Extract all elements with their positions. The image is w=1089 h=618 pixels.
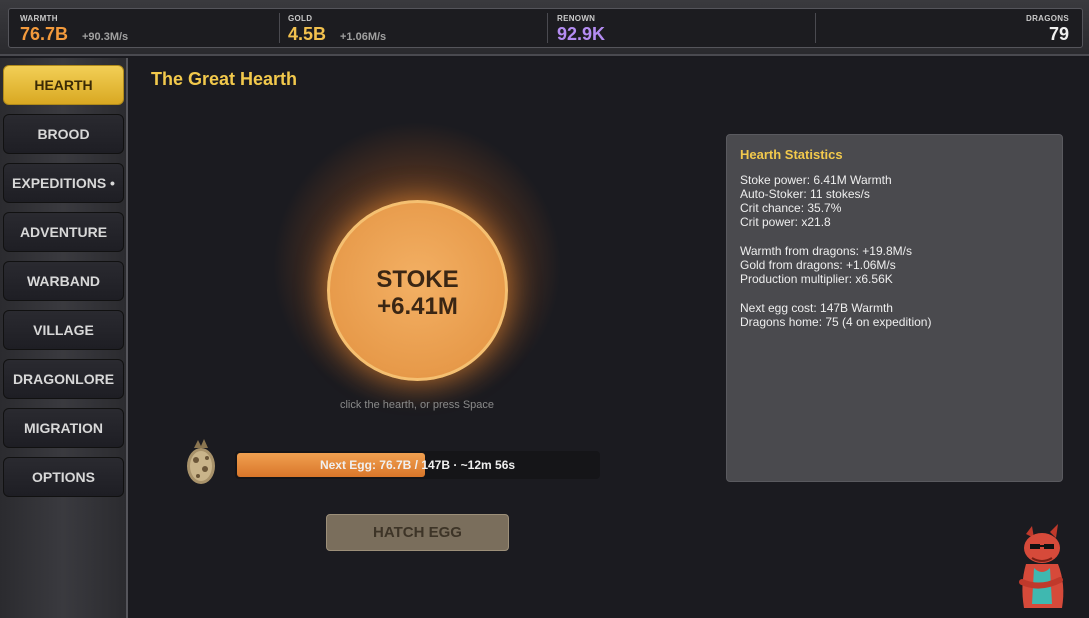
stat-line: Gold from dragons: +1.06M/s bbox=[740, 258, 896, 272]
renown-value: 92.9K bbox=[557, 24, 606, 44]
dragon-mascot-icon bbox=[1019, 524, 1064, 608]
warmth-rate: +90.3M/s bbox=[82, 31, 129, 43]
renown-resource: RENOWN 92.9K bbox=[546, 9, 816, 47]
warmth-resource: WARMTH 76.7B +90.3M/s bbox=[9, 9, 279, 47]
stat-line: Crit chance: 35.7% bbox=[740, 201, 842, 215]
stat-line: Auto-Stoker: 11 stokes/s bbox=[740, 187, 870, 201]
nav-hearth[interactable]: HEARTH bbox=[3, 65, 124, 105]
stoke-hint: click the hearth, or press Space bbox=[339, 399, 495, 411]
dragons-resource: DRAGONS 79 bbox=[816, 9, 1082, 47]
dragon-egg-icon bbox=[187, 439, 215, 484]
stat-line: Stoke power: 6.41M Warmth bbox=[740, 173, 892, 187]
gold-label: GOLD bbox=[288, 14, 313, 23]
stat-line: Production multiplier: x6.56K bbox=[740, 272, 893, 286]
warmth-value: 76.7B bbox=[20, 24, 69, 44]
stats-title: Hearth Statistics bbox=[740, 147, 843, 162]
nav-migration[interactable]: MIGRATION bbox=[3, 408, 124, 448]
stoke-button[interactable]: STOKE +6.41M bbox=[327, 200, 508, 381]
sidebar-nav: HEARTH BROOD EXPEDITIONS • ADVENTURE WAR… bbox=[0, 58, 128, 618]
stat-line: Warmth from dragons: +19.8M/s bbox=[740, 244, 912, 258]
main-panel: The Great Hearth STOKE +6.41M click the … bbox=[130, 58, 1089, 618]
gold-value: 4.5B bbox=[288, 24, 327, 44]
dragons-label: DRAGONS bbox=[1026, 14, 1069, 23]
hearth-statistics-panel: Hearth Statistics Stoke power: 6.41M War… bbox=[726, 134, 1063, 482]
stat-line: Dragons home: 75 (4 on expedition) bbox=[740, 315, 932, 329]
page-title: The Great Hearth bbox=[151, 69, 298, 89]
egg-progress-bar: Next Egg: 76.7B / 147B · ~12m 56s bbox=[235, 451, 600, 479]
stat-line: Next egg cost: 147B Warmth bbox=[740, 301, 893, 315]
nav-expeditions[interactable]: EXPEDITIONS • bbox=[3, 163, 124, 203]
egg-progress-text: Next Egg: 76.7B / 147B · ~12m 56s bbox=[319, 458, 516, 472]
gold-resource: GOLD 4.5B +1.06M/s bbox=[277, 9, 547, 47]
resource-bar: WARMTH 76.7B +90.3M/s GOLD 4.5B +1.06M/s… bbox=[0, 0, 1089, 56]
hatch-egg-button[interactable]: HATCH EGG bbox=[326, 514, 509, 551]
nav-brood[interactable]: BROOD bbox=[3, 114, 124, 154]
nav-options[interactable]: OPTIONS bbox=[3, 457, 124, 497]
nav-dragonlore[interactable]: DRAGONLORE bbox=[3, 359, 124, 399]
dragons-value: 79 bbox=[1048, 24, 1069, 44]
nav-adventure[interactable]: ADVENTURE bbox=[3, 212, 124, 252]
stoke-label: STOKE bbox=[376, 266, 459, 293]
resource-panel: WARMTH 76.7B +90.3M/s GOLD 4.5B +1.06M/s… bbox=[8, 8, 1083, 48]
stoke-amount: +6.41M bbox=[377, 293, 458, 320]
nav-warband[interactable]: WARBAND bbox=[3, 261, 124, 301]
renown-label: RENOWN bbox=[557, 14, 596, 23]
stat-line: Crit power: x21.8 bbox=[740, 215, 831, 229]
gold-rate: +1.06M/s bbox=[340, 31, 387, 43]
warmth-label: WARMTH bbox=[20, 14, 58, 23]
nav-village[interactable]: VILLAGE bbox=[3, 310, 124, 350]
